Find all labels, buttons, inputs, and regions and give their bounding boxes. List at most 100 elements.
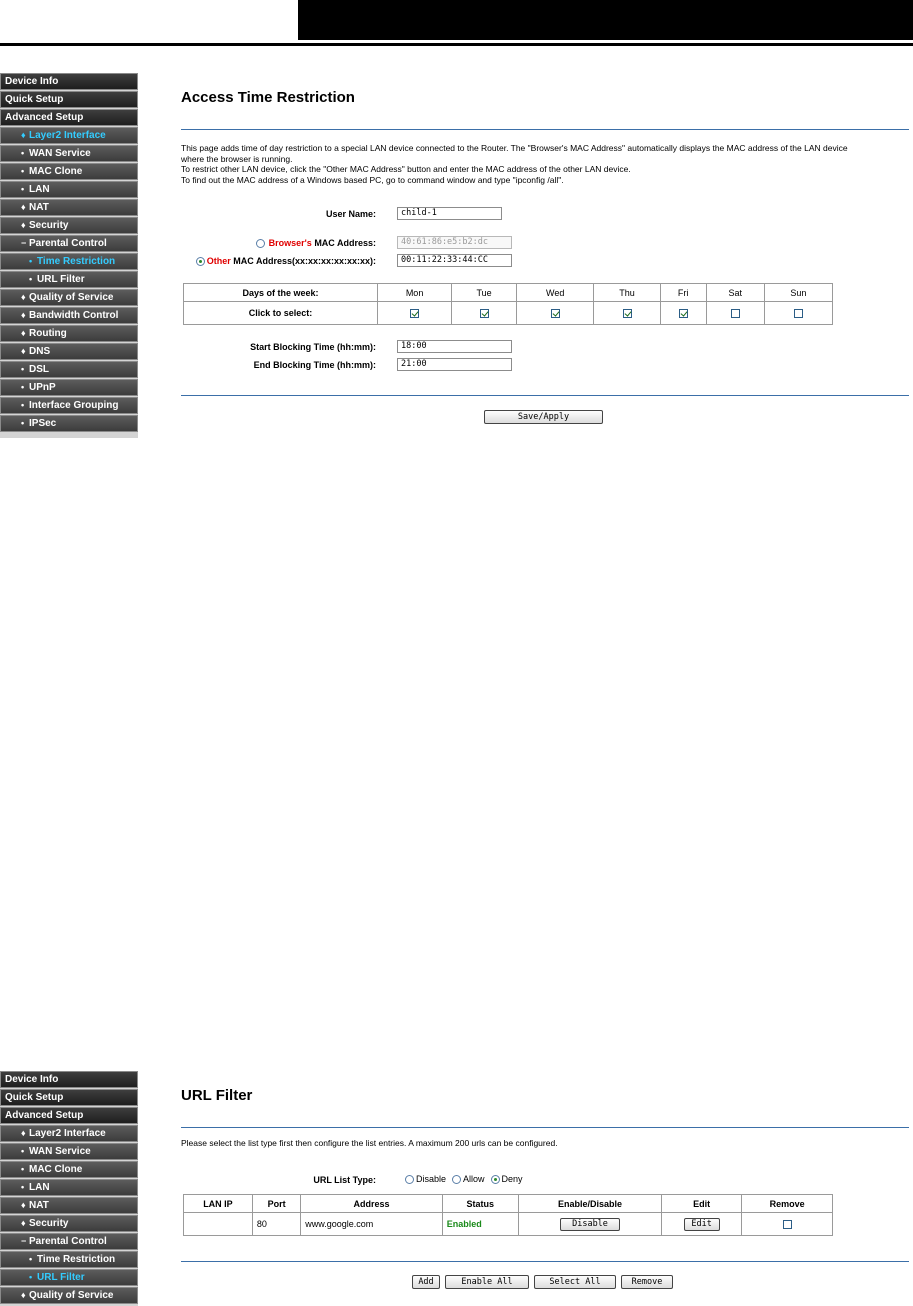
add-button[interactable]: Add — [412, 1275, 440, 1289]
sidebar-item-upnp[interactable]: • UPnP — [0, 379, 138, 396]
sidebar-item-time-restriction[interactable]: • Time Restriction — [0, 1251, 138, 1268]
sidebar-item-dsl[interactable]: • DSL — [0, 361, 138, 378]
sidebar-item-wan-service[interactable]: • WAN Service — [0, 145, 138, 162]
list-type-option-deny[interactable]: Deny — [490, 1174, 523, 1185]
day-checkbox-mon[interactable] — [410, 309, 420, 319]
remove-button[interactable]: Remove — [621, 1275, 673, 1289]
sidebar-item-label: Layer2 Interface — [29, 130, 106, 141]
bullet-icon: • — [29, 1254, 33, 1264]
browser-mac-label-red: Browser's — [268, 238, 312, 248]
enable-all-button[interactable]: Enable All — [445, 1275, 529, 1289]
sidebar-item-security[interactable]: ♦ Security — [0, 1215, 138, 1232]
sidebar-item-label: LAN — [29, 1182, 50, 1193]
sidebar-item-parental-control[interactable]: − Parental Control — [0, 1233, 138, 1250]
sidebar-item-lan[interactable]: • LAN — [0, 1179, 138, 1196]
bullet-icon: − — [21, 238, 27, 248]
sidebar-item-quality-of-service[interactable]: ♦ Quality of Service — [0, 1287, 138, 1304]
sidebar: Device Info Quick Setup Advanced Setup ♦ Lay… — [0, 73, 138, 438]
sidebar-item-url-filter[interactable]: • URL Filter — [0, 1269, 138, 1286]
list-type-option-allow[interactable]: Allow — [452, 1174, 485, 1185]
sidebar-item-parental-control[interactable]: − Parental Control — [0, 235, 138, 252]
sidebar-item-time-restriction[interactable]: • Time Restriction — [0, 253, 138, 270]
day-checkbox-sun[interactable] — [793, 309, 803, 319]
sidebar-item-device-info[interactable]: Device Info — [0, 73, 138, 90]
sidebar-item-label: Quick Setup — [5, 94, 64, 105]
sidebar-item-lan[interactable]: • LAN — [0, 181, 138, 198]
day-cell-sat — [705, 301, 765, 325]
cell-address-text: www.google.com — [305, 1219, 374, 1229]
bullet-icon: − — [21, 1236, 27, 1246]
sidebar-item-mac-clone[interactable]: • MAC Clone — [0, 1161, 138, 1178]
sidebar-item-quick-setup[interactable]: Quick Setup — [0, 91, 138, 108]
bullet-icon: ♦ — [21, 292, 26, 302]
url-table-header: LAN IP Port Address Status Enable/Disable Edi… — [183, 1194, 833, 1213]
url-list-type-label: URL List Type: — [313, 1175, 376, 1185]
user-name-input[interactable]: child-1 — [397, 207, 502, 220]
sidebar-item-advanced-setup[interactable]: Advanced Setup — [0, 1107, 138, 1124]
sidebar-item-ipsec[interactable]: • IPSec — [0, 415, 138, 432]
days-label-cell: Days of the week: — [183, 283, 378, 302]
sidebar-item-routing[interactable]: ♦ Routing — [0, 325, 138, 342]
end-time-input[interactable]: 21:00 — [397, 358, 512, 371]
sidebar-item-url-filter[interactable]: • URL Filter — [0, 271, 138, 288]
save-apply-button[interactable]: Save/Apply — [484, 410, 603, 424]
sidebar-item-label: Quality of Service — [29, 1290, 114, 1301]
sidebar-item-label: Layer2 Interface — [29, 1128, 106, 1139]
sidebar-item-quick-setup[interactable]: Quick Setup — [0, 1089, 138, 1106]
sidebar-item-wan-service[interactable]: • WAN Service — [0, 1143, 138, 1160]
list-type-radio-allow[interactable] — [452, 1175, 462, 1185]
day-header-mon: Mon — [376, 283, 453, 302]
sidebar-item-label: NAT — [29, 1200, 49, 1211]
sidebar-item-nat[interactable]: ♦ NAT — [0, 199, 138, 216]
day-checkbox-fri[interactable] — [678, 309, 688, 319]
browser-mac-radio[interactable] — [256, 239, 265, 248]
sidebar-item-label: Routing — [29, 328, 67, 339]
sidebar-item-layer2-interface[interactable]: ♦ Layer2 Interface — [0, 127, 138, 144]
days-table: Days of the week: Mon Tue Wed Thu Fri Sat Sun … — [183, 283, 834, 325]
sidebar-item-label: Security — [29, 1218, 69, 1229]
sidebar-item-dns[interactable]: ♦ DNS — [0, 343, 138, 360]
column-header-status: Status — [441, 1194, 519, 1213]
day-cell-fri — [659, 301, 707, 325]
start-time-label: Start Blocking Time (hh:mm): — [250, 342, 376, 352]
bullet-icon: • — [21, 418, 25, 428]
sidebar-item-layer2-interface[interactable]: ♦ Layer2 Interface — [0, 1125, 138, 1142]
sidebar-item-mac-clone[interactable]: • MAC Clone — [0, 163, 138, 180]
list-type-radio-disable[interactable] — [405, 1175, 414, 1185]
end-time-label: End Blocking Time (hh:mm): — [253, 360, 376, 370]
sidebar-item-security[interactable]: ♦ Security — [0, 217, 138, 234]
bullet-icon: ♦ — [21, 1128, 26, 1138]
sidebar-item-label: Device Info — [5, 76, 59, 87]
description: Please select the list type first then c… — [181, 1138, 558, 1148]
bullet-icon: ♦ — [21, 1200, 26, 1210]
day-checkbox-wed[interactable] — [550, 309, 560, 319]
other-mac-label: Other MAC Address(xx:xx:xx:xx:xx:xx): — [207, 256, 376, 266]
select-all-button[interactable]: Select All — [534, 1275, 616, 1289]
sidebar-item-label: URL Filter — [37, 274, 85, 285]
sidebar-item-device-info[interactable]: Device Info — [0, 1071, 138, 1088]
other-mac-label-text: MAC Address(xx:xx:xx:xx:xx:xx): — [230, 256, 376, 266]
divider — [181, 1127, 909, 1128]
other-mac-radio[interactable] — [196, 257, 205, 266]
days-check-row: Click to select: — [183, 301, 834, 325]
list-type-radio-deny[interactable] — [490, 1175, 500, 1185]
sidebar-item-bandwidth-control[interactable]: ♦ Bandwidth Control — [0, 307, 138, 324]
sidebar-item-label: Time Restriction — [37, 256, 116, 267]
day-checkbox-thu[interactable] — [622, 309, 632, 319]
sidebar-item-advanced-setup[interactable]: Advanced Setup — [0, 109, 138, 126]
sidebar-item-nat[interactable]: ♦ NAT — [0, 1197, 138, 1214]
sidebar-item-label: NAT — [29, 202, 49, 213]
day-checkbox-sat[interactable] — [730, 309, 740, 319]
day-checkbox-tue[interactable] — [479, 309, 489, 319]
disable-button[interactable]: Disable — [560, 1217, 621, 1231]
remove-checkbox[interactable] — [782, 1220, 792, 1230]
list-type-option-disable[interactable]: Disable — [405, 1174, 446, 1185]
start-time-input[interactable]: 18:00 — [397, 340, 512, 353]
main-panel: Access Time Restriction This page adds t… — [148, 73, 913, 438]
screenshot-url-filter: Device Info Quick Setup Advanced Setup ♦ Lay… — [0, 1071, 913, 1306]
sidebar-item-quality-of-service[interactable]: ♦ Quality of Service — [0, 289, 138, 306]
edit-button[interactable]: Edit — [683, 1217, 720, 1231]
divider — [181, 129, 909, 130]
other-mac-input[interactable]: 00:11:22:33:44:CC — [397, 254, 512, 267]
sidebar-item-interface-grouping[interactable]: • Interface Grouping — [0, 397, 138, 414]
